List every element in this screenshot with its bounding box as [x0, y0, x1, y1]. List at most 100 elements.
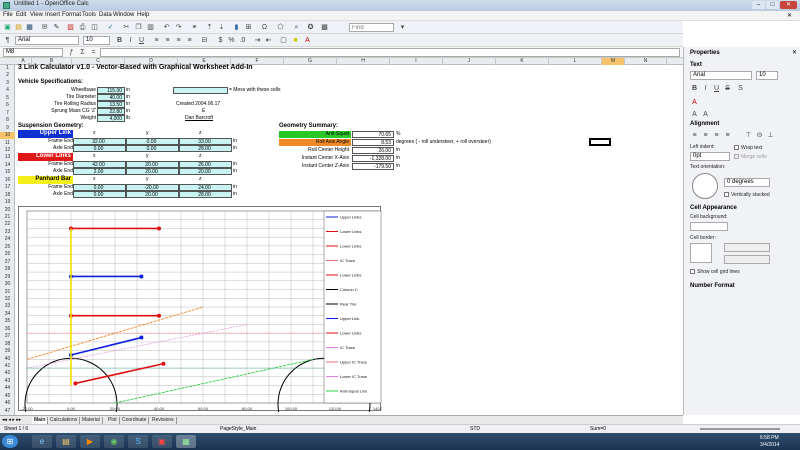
row-header-14[interactable]: 14 — [0, 162, 15, 169]
row-header-16[interactable]: 16 — [0, 177, 15, 184]
col-header-M[interactable]: M — [602, 58, 625, 65]
sb-justify-icon[interactable]: ≡ — [723, 131, 732, 140]
row-header-5[interactable]: 5 — [0, 95, 15, 102]
row-header-36[interactable]: 36 — [0, 326, 15, 333]
sidebar-size-combo[interactable]: 10 — [756, 71, 778, 80]
orientation-dial[interactable] — [692, 173, 718, 199]
close-doc-icon[interactable]: ✕ — [787, 12, 792, 19]
row-header-6[interactable]: 6 — [0, 102, 15, 109]
row-header-18[interactable]: 18 — [0, 192, 15, 199]
save-icon[interactable]: ▦ — [25, 23, 34, 32]
pan-frame-x[interactable]: 0.00 — [73, 184, 126, 191]
font-name-combo[interactable]: Arial — [15, 36, 79, 45]
row-header-9[interactable]: 9 — [0, 125, 15, 132]
col-header-I[interactable]: I — [390, 58, 443, 65]
align-center-icon[interactable]: ≡ — [163, 36, 172, 45]
col-header-N[interactable]: N — [625, 58, 667, 65]
align-left-icon[interactable]: ≡ — [152, 36, 161, 45]
row-header-39[interactable]: 39 — [0, 348, 15, 355]
tab-coordinate[interactable]: Coordinate — [120, 417, 150, 424]
weight-value[interactable]: 4,000 — [97, 115, 125, 122]
sb-shadow-icon[interactable]: S — [736, 84, 745, 93]
sb-valign-top-icon[interactable]: ⊤ — [744, 131, 753, 140]
menu-insert[interactable]: Insert — [45, 12, 60, 18]
row-header-32[interactable]: 32 — [0, 296, 15, 303]
tab-plot[interactable]: Plot — [106, 417, 120, 424]
lower-frame-y[interactable]: 20.00 — [126, 161, 179, 168]
menu-file[interactable]: File — [3, 12, 13, 18]
row-header-21[interactable]: 21 — [0, 214, 15, 221]
row-header-46[interactable]: 46 — [0, 400, 15, 407]
row-header-13[interactable]: 13 — [0, 154, 15, 161]
undo-icon[interactable]: ↶ — [162, 23, 171, 32]
bg-color-icon[interactable]: ■ — [291, 36, 300, 45]
col-header-L[interactable]: L — [549, 58, 602, 65]
row-header-33[interactable]: 33 — [0, 303, 15, 310]
align-right-icon[interactable]: ≡ — [174, 36, 183, 45]
row-header-4[interactable]: 4 — [0, 87, 15, 94]
sb-valign-bot-icon[interactable]: ⊥ — [766, 131, 775, 140]
row-header-22[interactable]: 22 — [0, 221, 15, 228]
col-header-J[interactable]: J — [443, 58, 496, 65]
menu-help[interactable]: Help — [137, 12, 149, 18]
menu-format[interactable]: Format — [62, 12, 81, 18]
grid-checkbox[interactable] — [690, 269, 695, 274]
row-header-17[interactable]: 17 — [0, 184, 15, 191]
col-header-H[interactable]: H — [337, 58, 390, 65]
row-header-1[interactable]: 1 — [0, 65, 15, 72]
col-header-G[interactable]: G — [284, 58, 337, 65]
row-header-31[interactable]: 31 — [0, 289, 15, 296]
italic-icon[interactable]: I — [126, 36, 135, 45]
row-header-15[interactable]: 15 — [0, 169, 15, 176]
wrap-checkbox[interactable] — [734, 145, 739, 150]
sort-asc-icon[interactable]: ⇡ — [205, 23, 214, 32]
author-link[interactable]: Dan Barcroft — [185, 115, 213, 122]
row-header-10[interactable]: 10 — [0, 132, 15, 140]
explorer-icon[interactable]: ▤ — [56, 435, 76, 448]
underline-icon[interactable]: U — [137, 36, 146, 45]
pdf-app-icon[interactable]: ▣ — [152, 435, 172, 448]
sb-grow-icon[interactable]: A — [690, 110, 699, 119]
merge-checkbox[interactable] — [734, 154, 739, 159]
cell-border-picker[interactable] — [690, 243, 712, 263]
upper-axle-x[interactable]: 0.00 — [73, 145, 126, 152]
preview-icon[interactable]: ◫ — [90, 23, 99, 32]
degrees-input[interactable]: 0 degrees — [724, 178, 770, 187]
menu-view[interactable]: View — [30, 12, 43, 18]
special-char-icon[interactable]: Ω — [260, 23, 269, 32]
menu-window[interactable]: Window — [113, 12, 134, 18]
upper-frame-x[interactable]: 32.00 — [73, 138, 126, 145]
outdent-icon[interactable]: ⇤ — [264, 36, 273, 45]
lower-axle-y[interactable]: 20.00 — [126, 168, 179, 175]
pdf-icon[interactable]: ▨ — [66, 23, 75, 32]
row-header-47[interactable]: 47 — [0, 408, 15, 415]
sb-valign-mid-icon[interactable]: ⊝ — [755, 131, 764, 140]
open-icon[interactable]: ▤ — [14, 23, 23, 32]
gallery-icon[interactable]: ▩ — [320, 23, 329, 32]
email-icon[interactable]: ✉ — [40, 23, 49, 32]
border-color-combo[interactable] — [724, 255, 770, 264]
currency-icon[interactable]: $ — [216, 36, 225, 45]
indent-icon[interactable]: ⇥ — [253, 36, 262, 45]
copy-icon[interactable]: ❐ — [134, 23, 143, 32]
justify-icon[interactable]: ≡ — [185, 36, 194, 45]
lower-axle-z[interactable]: 20.00 — [179, 168, 232, 175]
row-header-25[interactable]: 25 — [0, 244, 15, 251]
cell-bg-combo[interactable] — [690, 222, 728, 231]
chrome-icon[interactable]: ◉ — [104, 435, 124, 448]
sprung-mass-value[interactable]: 22.80 — [97, 108, 125, 115]
number-format-header[interactable]: Number Format — [690, 283, 735, 289]
tab-nav-icon[interactable]: ◂◂ ◂ ▸ ▸▸ — [2, 417, 21, 423]
sb-strike-icon[interactable]: S — [723, 84, 732, 93]
row-header-38[interactable]: 38 — [0, 341, 15, 348]
function-wizard-icon[interactable]: ƒ — [67, 48, 76, 57]
row-header-8[interactable]: 8 — [0, 117, 15, 124]
border-style-combo[interactable] — [724, 243, 770, 252]
tire-diameter-value[interactable]: 40.00 — [97, 94, 125, 101]
row-header-40[interactable]: 40 — [0, 356, 15, 363]
sb-font-color-icon[interactable]: A — [690, 98, 699, 107]
equals-icon[interactable]: = — [89, 48, 98, 57]
menu-data[interactable]: Data — [99, 12, 112, 18]
sidebar-close-icon[interactable]: ✕ — [792, 49, 797, 56]
row-header-43[interactable]: 43 — [0, 378, 15, 385]
